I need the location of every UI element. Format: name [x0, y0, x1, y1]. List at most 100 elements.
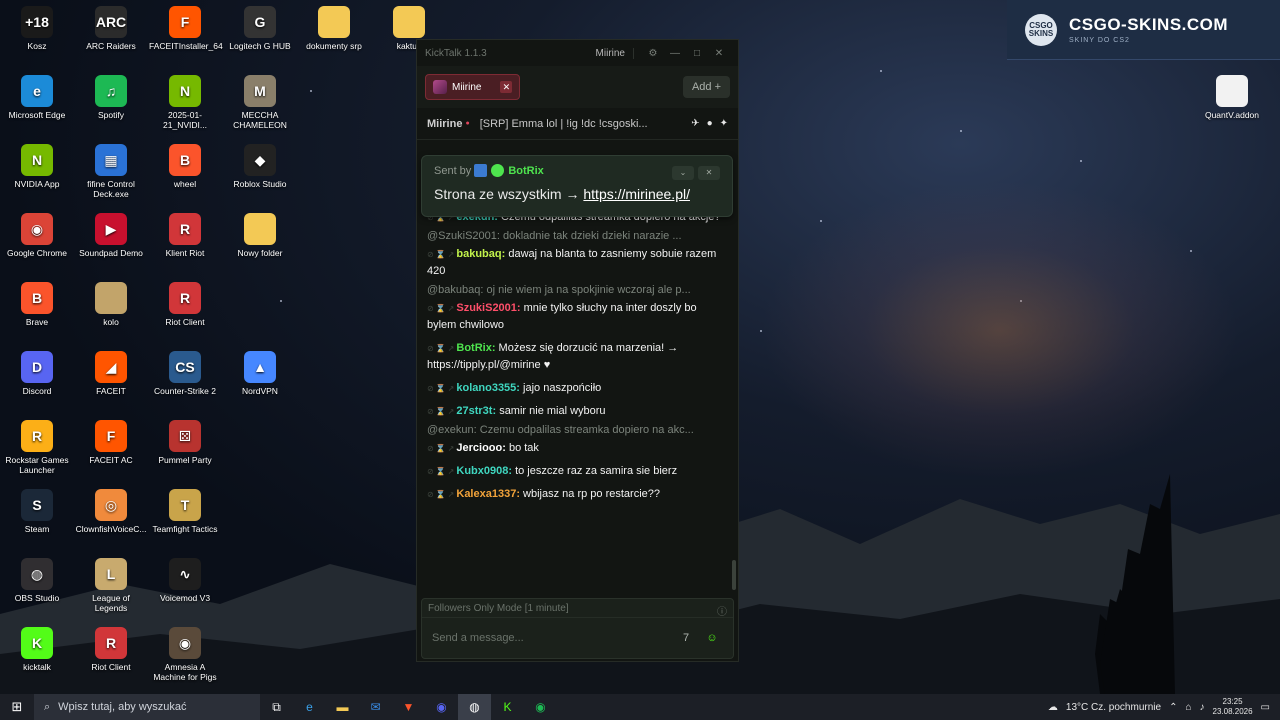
mail-taskbar-icon[interactable]: ✉	[359, 694, 392, 720]
pinned-sender[interactable]: BotRix	[508, 165, 543, 177]
close-tab-icon[interactable]: ✕	[500, 81, 513, 93]
tab-miirine[interactable]: Miirine ✕	[425, 74, 521, 100]
chat-username[interactable]: 27str3t:	[456, 405, 496, 417]
desktop-icon[interactable]: F FACEITInstaller_64	[149, 6, 223, 51]
desktop-icon[interactable]: N 2025-01-21_NVIDI...	[149, 75, 221, 130]
desktop-icon[interactable]: G Logitech G HUB	[224, 6, 296, 51]
taskbar-search[interactable]: ⌕ Wpisz tutaj, aby wyszukać	[34, 694, 260, 720]
emote-7tv-icon[interactable]: 7	[675, 627, 697, 649]
chat-username[interactable]: kolano3355:	[456, 382, 520, 394]
ban-icon[interactable]: ⊘	[427, 463, 434, 480]
clock[interactable]: 23:25 23.08.2026	[1213, 697, 1253, 717]
desktop-icon[interactable]: ◍ OBS Studio	[1, 558, 73, 603]
chat-message[interactable]: ⊘ ⌛ ↗ kolano3355: jajo naszpońciło	[417, 377, 738, 400]
user-icon[interactable]: ●	[707, 118, 713, 129]
chat-username[interactable]: bakubaq:	[456, 248, 505, 260]
desktop-icon[interactable]: Nowy folder	[224, 213, 296, 258]
timeout-icon[interactable]: ⌛	[436, 463, 446, 480]
reply-icon[interactable]: ↗	[448, 486, 455, 503]
desktop-icon[interactable]: ▶ Soundpad Demo	[75, 213, 147, 258]
obs-taskbar-icon[interactable]: ◍	[458, 694, 491, 720]
timeout-icon[interactable]: ⌛	[436, 380, 446, 397]
pin-icon[interactable]: ✦	[720, 118, 728, 129]
edge-taskbar-icon[interactable]: e	[293, 694, 326, 720]
reply-icon[interactable]: ↗	[448, 380, 455, 397]
desktop-icon[interactable]: ◉ Google Chrome	[1, 213, 73, 258]
timeout-icon[interactable]: ⌛	[436, 486, 446, 503]
desktop-icon[interactable]: CS Counter-Strike 2	[149, 351, 221, 396]
reply-preview[interactable]: @SzukiS2001: dokladnie tak dzieki dzieki…	[417, 229, 738, 243]
discord-taskbar-icon[interactable]: ◉	[425, 694, 458, 720]
chat-username[interactable]: Kalexa1337:	[456, 488, 520, 500]
reply-icon[interactable]: ↗	[448, 463, 455, 480]
desktop-icon[interactable]: kolo	[75, 282, 147, 327]
desktop-icon[interactable]: D Discord	[1, 351, 73, 396]
window-titlebar[interactable]: KickTalk 1.1.3 Miirine ⚙ — □ ✕	[417, 40, 738, 66]
ban-icon[interactable]: ⊘	[427, 486, 434, 503]
csgo-skins-banner[interactable]: CSGO SKINS CSGO-SKINS.COM SKINY DO CS2	[1007, 0, 1280, 60]
desktop-icon[interactable]: S Steam	[1, 489, 73, 534]
desktop-icon[interactable]: F FACEIT AC	[75, 420, 147, 465]
ban-icon[interactable]: ⊘	[427, 300, 434, 317]
network-icon[interactable]: ⌂	[1185, 702, 1191, 713]
desktop-icon[interactable]: L League of Legends	[75, 558, 147, 613]
volume-icon[interactable]: ♪	[1200, 702, 1205, 713]
ban-icon[interactable]: ⊘	[427, 340, 434, 357]
reply-icon[interactable]: ↗	[448, 440, 455, 457]
chat-message[interactable]: ⊘ ⌛ ↗ Kalexa1337: wbijasz na rp po restarci…	[417, 483, 738, 506]
current-user[interactable]: Miirine	[588, 47, 634, 59]
settings-gear-icon[interactable]: ⚙	[642, 48, 664, 59]
pinned-link[interactable]: https://mirinee.pl/	[583, 186, 690, 202]
message-input[interactable]: Send a message...	[432, 632, 671, 644]
weather-icon[interactable]: ☁	[1048, 702, 1058, 713]
chat-message[interactable]: ⊘ ⌛ ↗ BotRix: Możesz się dorzucić na marzen…	[417, 337, 738, 377]
kicktalk-taskbar-icon[interactable]: K	[491, 694, 524, 720]
desktop-icon[interactable]: +18 Kosz	[1, 6, 73, 51]
chat-messages[interactable]: kasa za 4 godziny ja tez bym tak zrobil⊘…	[417, 160, 738, 600]
reply-preview[interactable]: @exekun: Czemu odpalilas streamka dopier…	[417, 423, 738, 437]
desktop-icon[interactable]: ♫ Spotify	[75, 75, 147, 120]
weather-text[interactable]: 13°C Cz. pochmurnie	[1066, 702, 1161, 713]
chat-message[interactable]: ⊘ ⌛ ↗ bakubaq: dawaj na blanta to zasniemy …	[417, 243, 738, 283]
desktop-icon[interactable]: R Riot Client	[75, 627, 147, 672]
rocket-icon[interactable]: ✈	[691, 118, 699, 129]
ban-icon[interactable]: ⊘	[427, 380, 434, 397]
kick-emote-icon[interactable]: ☺	[701, 627, 723, 649]
desktop-icon[interactable]: R Rockstar Games Launcher	[1, 420, 73, 475]
desktop-icon[interactable]: M MECCHA CHAMELEON	[224, 75, 296, 130]
add-channel-button[interactable]: Add +	[682, 76, 730, 98]
explorer-taskbar-icon[interactable]: ▬	[326, 694, 359, 720]
info-icon[interactable]: ⓘ	[717, 603, 727, 618]
timeout-icon[interactable]: ⌛	[436, 403, 446, 420]
reply-icon[interactable]: ↗	[448, 246, 455, 263]
tray-chevron-icon[interactable]: ⌃	[1169, 702, 1177, 713]
chat-message[interactable]: ⊘ ⌛ ↗ 27str3t: samir nie mial wyboru	[417, 400, 738, 423]
chat-message[interactable]: ⊘ ⌛ ↗ Jerciooo: bo tak	[417, 437, 738, 460]
ban-icon[interactable]: ⊘	[427, 440, 434, 457]
task-view-icon[interactable]: ⧉	[260, 694, 293, 720]
reply-icon[interactable]: ↗	[448, 300, 455, 317]
desktop-icon[interactable]: e Microsoft Edge	[1, 75, 73, 120]
desktop-icon[interactable]: ∿ Voicemod V3	[149, 558, 221, 603]
minimize-button[interactable]: —	[664, 48, 686, 59]
desktop-icon[interactable]: ◎ ClownfishVoiceC...	[75, 489, 147, 534]
maximize-button[interactable]: □	[686, 48, 708, 59]
desktop-icon[interactable]: R Riot Client	[149, 282, 221, 327]
desktop-icon[interactable]: Kkicktalk	[1, 627, 73, 672]
desktop-icon[interactable]: N NVIDIA App	[1, 144, 73, 189]
desktop-icon[interactable]: R Klient Riot	[149, 213, 221, 258]
chat-username[interactable]: BotRix:	[456, 342, 495, 354]
channel-name[interactable]: Miirine	[427, 118, 462, 130]
spotify-taskbar-icon[interactable]: ◉	[524, 694, 557, 720]
start-windows-icon[interactable]: ⊞	[0, 699, 34, 715]
desktop-icon[interactable]: ◆ Roblox Studio	[224, 144, 296, 189]
desktop-icon[interactable]: Bwheel	[149, 144, 221, 189]
desktop-icon[interactable]: ▲ NordVPN	[224, 351, 296, 396]
desktop-icon[interactable]: ▦ fifine Control Deck.exe	[75, 144, 147, 199]
reply-icon[interactable]: ↗	[448, 340, 455, 357]
desktop-icon[interactable]: T Teamfight Tactics	[149, 489, 221, 534]
notifications-icon[interactable]: ▭	[1261, 702, 1270, 713]
desktop-icon[interactable]: ⚄ Pummel Party	[149, 420, 221, 465]
desktop-icon[interactable]: B Brave	[1, 282, 73, 327]
close-button[interactable]: ✕	[708, 48, 730, 59]
